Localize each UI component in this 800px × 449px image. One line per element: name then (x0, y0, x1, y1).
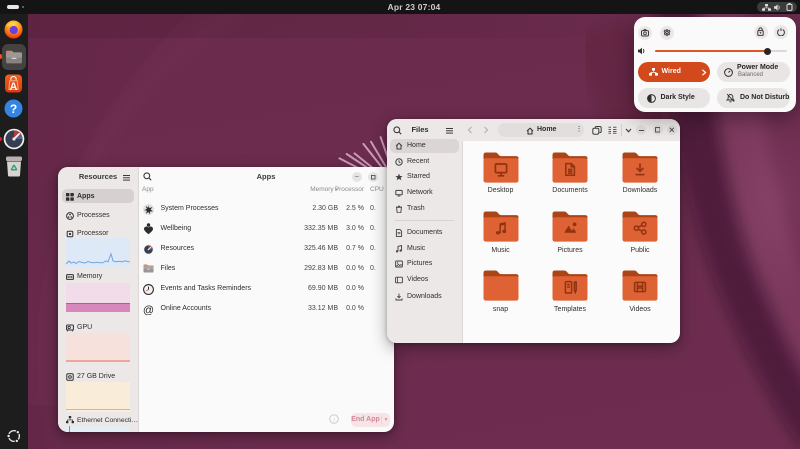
svg-text:@: @ (143, 304, 154, 315)
svg-text:i: i (333, 416, 335, 423)
svg-text:?: ? (10, 102, 17, 116)
svg-text:A: A (10, 81, 18, 93)
